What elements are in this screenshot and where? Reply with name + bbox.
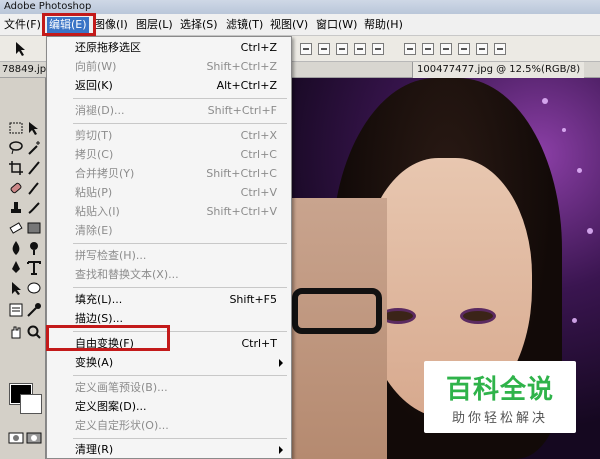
align-left-button[interactable]	[354, 43, 366, 55]
menu-item-stroke[interactable]: 描边(S)...	[47, 309, 291, 328]
menu-item-step-forward[interactable]: 向前(W) Shift+Ctrl+Z	[47, 57, 291, 76]
quick-mask-mode-icon[interactable]	[26, 430, 42, 446]
menu-window[interactable]: 窗口(W)	[316, 17, 357, 33]
watermark-title: 百科全说	[445, 375, 554, 405]
dodge-tool-icon[interactable]	[26, 240, 42, 256]
menu-item-define-custom-shape[interactable]: 定义自定形状(O)...	[47, 416, 291, 435]
menu-item-purge[interactable]: 清理(R)	[47, 440, 291, 459]
menu-item-find-replace[interactable]: 查找和替换文本(X)...	[47, 265, 291, 284]
menu-item-copy[interactable]: 拷贝(C) Ctrl+C	[47, 145, 291, 164]
toolbox	[0, 78, 46, 459]
menu-select[interactable]: 选择(S)	[180, 17, 218, 33]
history-brush-tool-icon[interactable]	[26, 200, 42, 216]
menu-separator	[73, 287, 287, 288]
notes-tool-icon[interactable]	[8, 302, 24, 318]
align-top-button[interactable]	[300, 43, 312, 55]
hand-tool-icon[interactable]	[8, 324, 24, 340]
menu-separator	[73, 243, 287, 244]
menu-separator	[73, 123, 287, 124]
menu-separator	[73, 438, 287, 439]
healing-brush-tool-icon[interactable]	[8, 180, 24, 196]
menu-item-paste[interactable]: 粘贴(P) Ctrl+V	[47, 183, 291, 202]
slice-tool-icon[interactable]	[26, 160, 42, 176]
submenu-arrow-icon	[279, 446, 283, 454]
menu-item-define-brush[interactable]: 定义画笔预设(B)...	[47, 378, 291, 397]
lasso-tool-icon[interactable]	[8, 140, 24, 156]
photo-eye-right	[460, 308, 496, 324]
menu-item-check-spelling[interactable]: 拼写检查(H)...	[47, 246, 291, 265]
magic-wand-tool-icon[interactable]	[26, 140, 42, 156]
menu-layer[interactable]: 图层(L)	[136, 17, 173, 33]
menu-separator	[73, 331, 287, 332]
distribute-bottom-button[interactable]	[440, 43, 452, 55]
pen-tool-icon[interactable]	[8, 260, 24, 276]
distribute-right-button[interactable]	[494, 43, 506, 55]
path-selection-tool-icon[interactable]	[8, 280, 24, 296]
submenu-arrow-icon	[279, 359, 283, 367]
edit-dropdown-menu: 还原拖移选区 Ctrl+Z 向前(W) Shift+Ctrl+Z 返回(K) Alt+…	[46, 36, 292, 459]
menu-item-step-backward[interactable]: 返回(K) Alt+Ctrl+Z	[47, 76, 291, 95]
move-tool-icon[interactable]	[26, 120, 42, 136]
menu-item-transform[interactable]: 变换(A)	[47, 353, 291, 372]
menu-item-undo[interactable]: 还原拖移选区 Ctrl+Z	[47, 38, 291, 57]
distribute-vcenter-button[interactable]	[422, 43, 434, 55]
document-tab-active[interactable]: 100477477.jpg @ 12.5%(RGB/8)	[412, 62, 585, 78]
menu-separator	[73, 375, 287, 376]
document-tab-left[interactable]: 78849.jp	[0, 62, 46, 78]
align-vcenter-button[interactable]	[318, 43, 330, 55]
eyedropper-tool-icon[interactable]	[26, 302, 42, 318]
crop-tool-icon[interactable]	[8, 160, 24, 176]
menu-item-free-transform[interactable]: 自由变换(F) Ctrl+T	[47, 334, 291, 353]
distribute-hcenter-button[interactable]	[476, 43, 488, 55]
watermark-subtitle: 助你轻松解决	[451, 411, 548, 426]
menu-item-copy-merged[interactable]: 合并拷贝(Y) Shift+Ctrl+C	[47, 164, 291, 183]
marquee-tool-icon[interactable]	[8, 120, 24, 136]
brush-tool-icon[interactable]	[26, 180, 42, 196]
menu-view[interactable]: 视图(V)	[270, 17, 308, 33]
align-bottom-button[interactable]	[336, 43, 348, 55]
align-hcenter-button[interactable]	[372, 43, 384, 55]
zoom-tool-icon[interactable]	[26, 324, 42, 340]
photo-glasses	[292, 288, 382, 334]
menu-filter[interactable]: 滤镜(T)	[226, 17, 263, 33]
menu-item-paste-into[interactable]: 粘贴入(I) Shift+Ctrl+V	[47, 202, 291, 221]
menu-item-define-pattern[interactable]: 定义图案(D)...	[47, 397, 291, 416]
menu-image[interactable]: 图像(I)	[94, 17, 128, 33]
gradient-tool-icon[interactable]	[26, 220, 42, 236]
menu-item-fill[interactable]: 填充(L)... Shift+F5	[47, 290, 291, 309]
menu-item-cut[interactable]: 剪切(T) Ctrl+X	[47, 126, 291, 145]
shape-tool-icon[interactable]	[26, 280, 42, 296]
menu-item-clear[interactable]: 清除(E)	[47, 221, 291, 240]
distribute-left-button[interactable]	[458, 43, 470, 55]
menu-help[interactable]: 帮助(H)	[364, 17, 403, 33]
type-tool-icon[interactable]	[26, 260, 42, 276]
watermark-badge: 百科全说 助你轻松解决	[424, 361, 576, 433]
app-title: Adobe Photoshop	[4, 1, 92, 12]
background-color-swatch[interactable]	[20, 394, 42, 414]
menu-bar: 文件(F) 编辑(E) 图像(I) 图层(L) 选择(S) 滤镜(T) 视图(V…	[0, 14, 600, 36]
menu-file[interactable]: 文件(F)	[4, 17, 41, 33]
move-tool-icon[interactable]	[14, 41, 30, 57]
menu-separator	[73, 98, 287, 99]
menu-item-fade[interactable]: 消褪(D)... Shift+Ctrl+F	[47, 101, 291, 120]
title-bar: Adobe Photoshop	[0, 0, 600, 14]
eraser-tool-icon[interactable]	[8, 220, 24, 236]
distribute-top-button[interactable]	[404, 43, 416, 55]
blur-tool-icon[interactable]	[8, 240, 24, 256]
clone-stamp-tool-icon[interactable]	[8, 200, 24, 216]
standard-mode-icon[interactable]	[8, 430, 24, 446]
menu-edit[interactable]: 编辑(E)	[47, 17, 89, 33]
